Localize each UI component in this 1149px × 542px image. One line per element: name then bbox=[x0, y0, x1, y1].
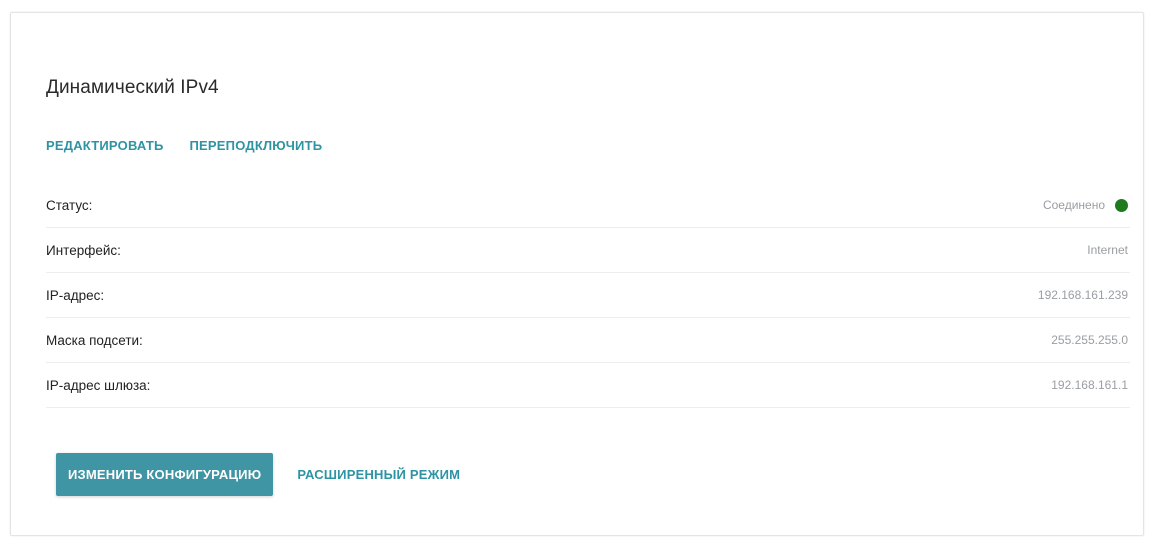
change-configuration-button[interactable]: ИЗМЕНИТЬ КОНФИГУРАЦИЮ bbox=[56, 453, 274, 496]
status-value: Соединено bbox=[1042, 198, 1105, 212]
edit-link[interactable]: РЕДАКТИРОВАТЬ bbox=[46, 138, 164, 153]
status-dot-icon bbox=[1115, 198, 1128, 212]
status-value-group: Соединено bbox=[1043, 198, 1128, 212]
status-label: Статус: bbox=[46, 197, 93, 213]
subnet-mask-value: 255.255.255.0 bbox=[1051, 333, 1128, 347]
subnet-mask-label: Маска подсети: bbox=[46, 332, 143, 348]
interface-row: Интерфейс: Internet bbox=[46, 228, 1130, 273]
reconnect-link[interactable]: ПЕРЕПОДКЛЮЧИТЬ bbox=[190, 138, 323, 153]
info-table: Статус: Соединено Интерфейс: Internet IP… bbox=[46, 183, 1130, 408]
ip-address-label: IP-адрес: bbox=[46, 287, 105, 303]
connection-card: Динамический IPv4 РЕДАКТИРОВАТЬ ПЕРЕПОДК… bbox=[10, 12, 1144, 536]
gateway-row: IP-адрес шлюза: 192.168.161.1 bbox=[46, 363, 1130, 408]
advanced-mode-link[interactable]: РАСШИРЕННЫЙ РЕЖИМ bbox=[297, 467, 460, 482]
ip-address-value: 192.168.161.239 bbox=[1037, 288, 1128, 302]
gateway-value: 192.168.161.1 bbox=[1051, 378, 1128, 392]
bottom-actions: ИЗМЕНИТЬ КОНФИГУРАЦИЮ РАСШИРЕННЫЙ РЕЖИМ bbox=[56, 453, 460, 496]
status-row: Статус: Соединено bbox=[46, 183, 1130, 228]
interface-label: Интерфейс: bbox=[46, 242, 121, 258]
interface-value: Internet bbox=[1087, 243, 1128, 257]
gateway-label: IP-адрес шлюза: bbox=[46, 377, 151, 393]
ip-address-row: IP-адрес: 192.168.161.239 bbox=[46, 273, 1130, 318]
subnet-mask-row: Маска подсети: 255.255.255.0 bbox=[46, 318, 1130, 363]
card-actions: РЕДАКТИРОВАТЬ ПЕРЕПОДКЛЮЧИТЬ bbox=[46, 138, 322, 153]
page-title: Динамический IPv4 bbox=[46, 77, 219, 98]
